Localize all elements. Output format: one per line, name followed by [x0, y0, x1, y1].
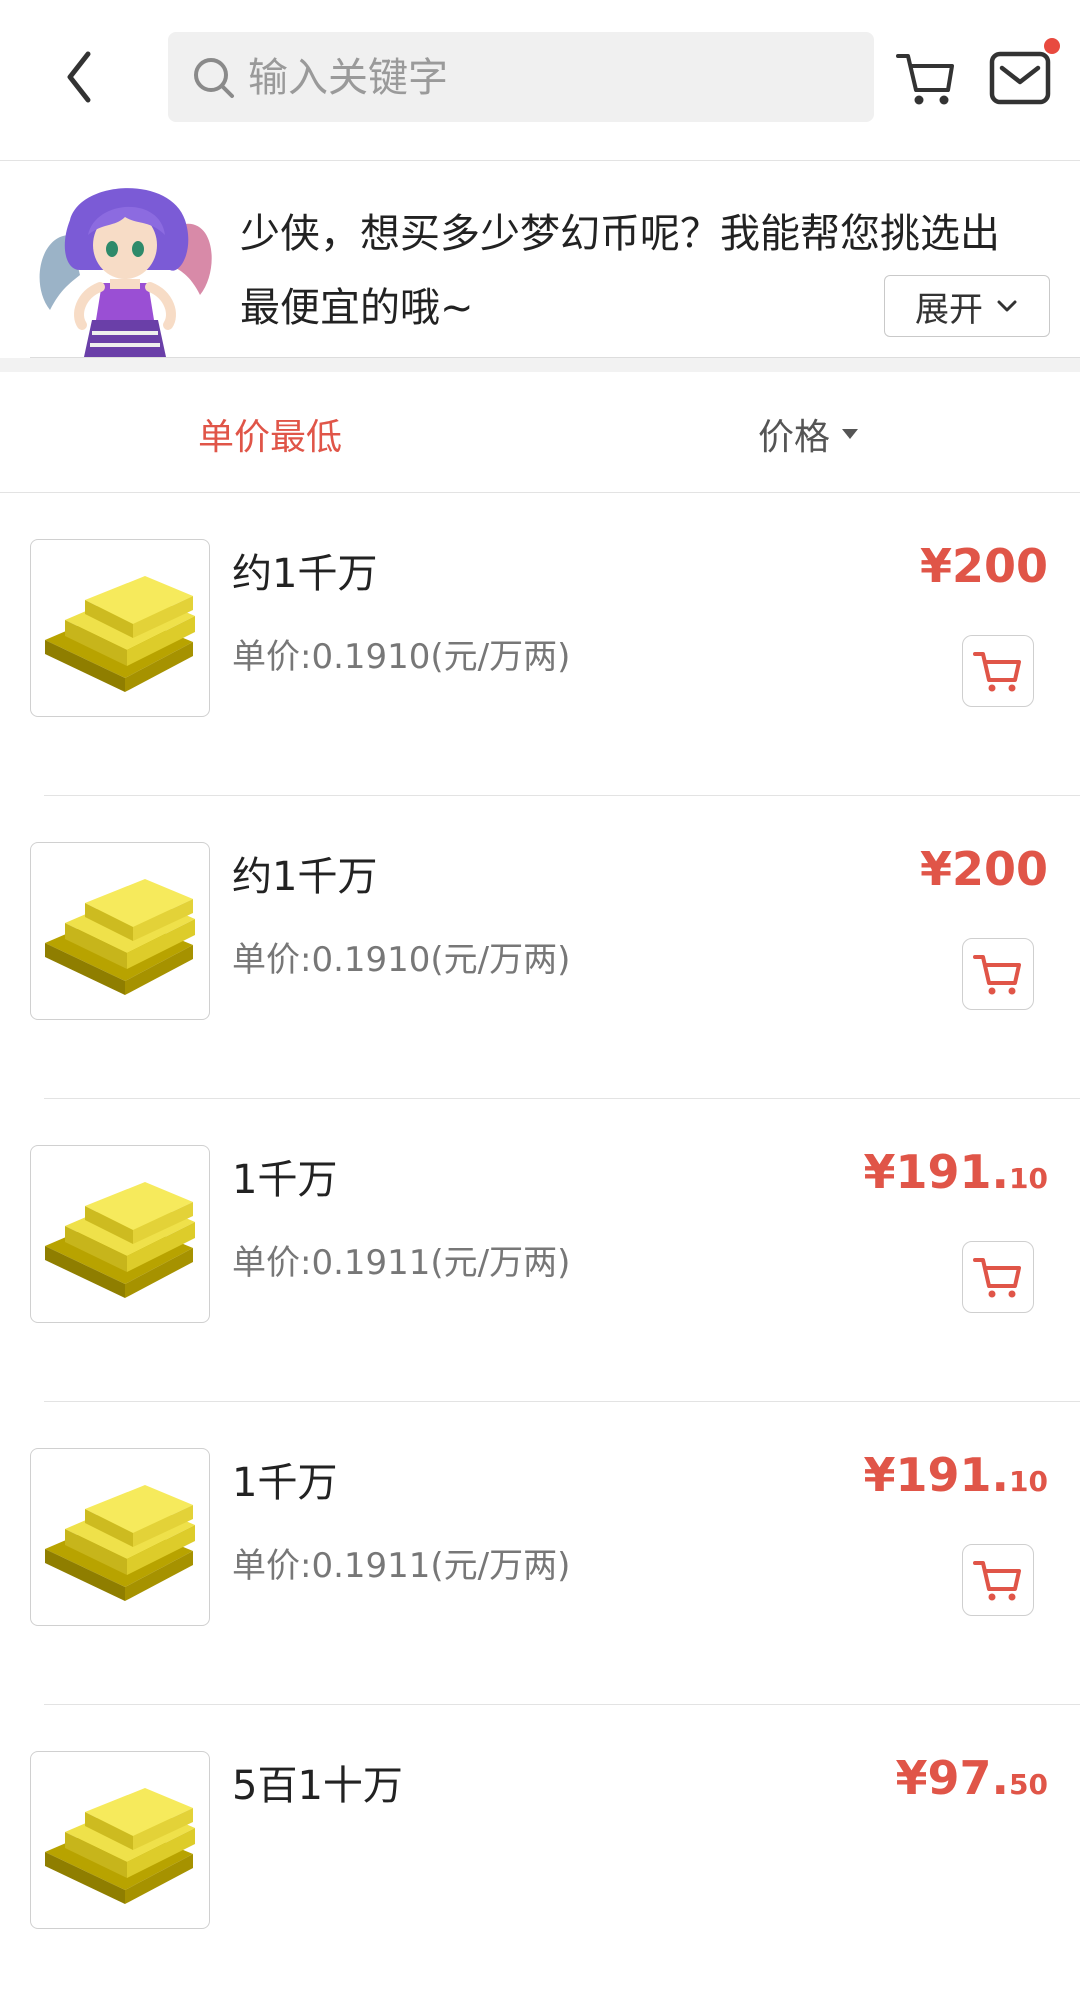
item-price: ¥97.50 — [896, 1751, 1048, 1805]
assistant-message-line-1: 少侠，想买多少梦幻币呢？我能帮您挑选出 — [240, 211, 1000, 257]
message-button[interactable] — [988, 38, 1060, 110]
search-input[interactable] — [246, 46, 850, 110]
cart-icon — [973, 955, 1021, 995]
item-unit-price: 单价:0.1910(元/万两) — [232, 940, 571, 980]
back-button[interactable] — [60, 42, 100, 112]
item-title: 约1千万 — [232, 551, 378, 597]
item-price: ¥191.10 — [864, 1145, 1048, 1199]
sort-unit-price-lowest-tab[interactable]: 单价最低 — [198, 408, 342, 460]
cart-button[interactable] — [894, 46, 958, 110]
notification-dot — [1044, 38, 1060, 54]
list-item[interactable]: 1千万 单价:0.1911(元/万两) ¥191.10 — [0, 1402, 1080, 1705]
gold-ingot-image — [30, 1448, 210, 1626]
item-title: 5百1十万 — [232, 1763, 403, 1809]
assistant-avatar — [39, 188, 212, 357]
gold-ingot-image — [30, 1751, 210, 1929]
price-decimal: 50 — [1009, 1768, 1048, 1801]
price-decimal: 10 — [1009, 1465, 1048, 1498]
expand-button[interactable]: 展开 — [884, 275, 1050, 337]
add-to-cart-button[interactable] — [962, 1544, 1034, 1616]
add-to-cart-button[interactable] — [962, 1241, 1034, 1313]
item-price: ¥191.10 — [864, 1448, 1048, 1502]
add-to-cart-button[interactable] — [962, 938, 1034, 1010]
list-item[interactable]: 1千万 单价:0.1911(元/万两) ¥191.10 — [0, 1099, 1080, 1402]
cart-icon — [973, 1258, 1021, 1298]
list-item[interactable]: 约1千万 单价:0.1910(元/万两) ¥200 — [0, 493, 1080, 796]
item-price: ¥200 — [920, 539, 1048, 593]
price-main: ¥200 — [919, 842, 1048, 896]
item-unit-price: 单价:0.1911(元/万两) — [232, 1546, 571, 1586]
list-item[interactable]: 5百1十万 ¥97.50 — [0, 1705, 1080, 2008]
gold-ingot-image — [30, 539, 210, 717]
item-title: 约1千万 — [232, 854, 378, 900]
item-unit-price: 单价:0.1910(元/万两) — [232, 637, 571, 677]
gold-ingot-image — [30, 1145, 210, 1323]
list-item[interactable]: 约1千万 单价:0.1910(元/万两) ¥200 — [0, 796, 1080, 1099]
cart-icon — [896, 54, 954, 105]
expand-label: 展开 — [915, 289, 983, 330]
item-price: ¥200 — [920, 842, 1048, 896]
mail-icon — [989, 51, 1051, 105]
item-unit-price: 单价:0.1911(元/万两) — [232, 1243, 571, 1283]
sort-price-label: 价格 — [758, 417, 831, 458]
section-gap — [0, 358, 1080, 372]
search-box[interactable] — [168, 32, 874, 122]
cart-icon — [973, 652, 1021, 692]
chevron-left-icon — [67, 51, 91, 103]
gold-ingot-image — [30, 842, 210, 1020]
price-main: ¥191. — [863, 1145, 1010, 1199]
price-main: ¥200 — [919, 539, 1048, 593]
assistant-banner: 少侠，想买多少梦幻币呢？我能帮您挑选出 最便宜的哦~ 展开 — [0, 161, 1080, 357]
search-icon — [194, 58, 234, 98]
sort-price-tab[interactable]: 价格 — [758, 408, 859, 460]
top-bar — [0, 0, 1080, 161]
sort-bar: 单价最低 价格 — [0, 372, 1080, 493]
price-decimal: 10 — [1009, 1162, 1048, 1195]
chevron-down-icon — [997, 300, 1017, 312]
cart-icon — [973, 1561, 1021, 1601]
price-main: ¥191. — [863, 1448, 1010, 1502]
add-to-cart-button[interactable] — [962, 635, 1034, 707]
product-list: 约1千万 单价:0.1910(元/万两) ¥200 约1千万 单价:0.1910… — [0, 493, 1080, 2008]
price-main: ¥97. — [895, 1751, 1010, 1805]
item-title: 1千万 — [232, 1157, 338, 1203]
caret-down-icon — [842, 429, 859, 439]
item-title: 1千万 — [232, 1460, 338, 1506]
